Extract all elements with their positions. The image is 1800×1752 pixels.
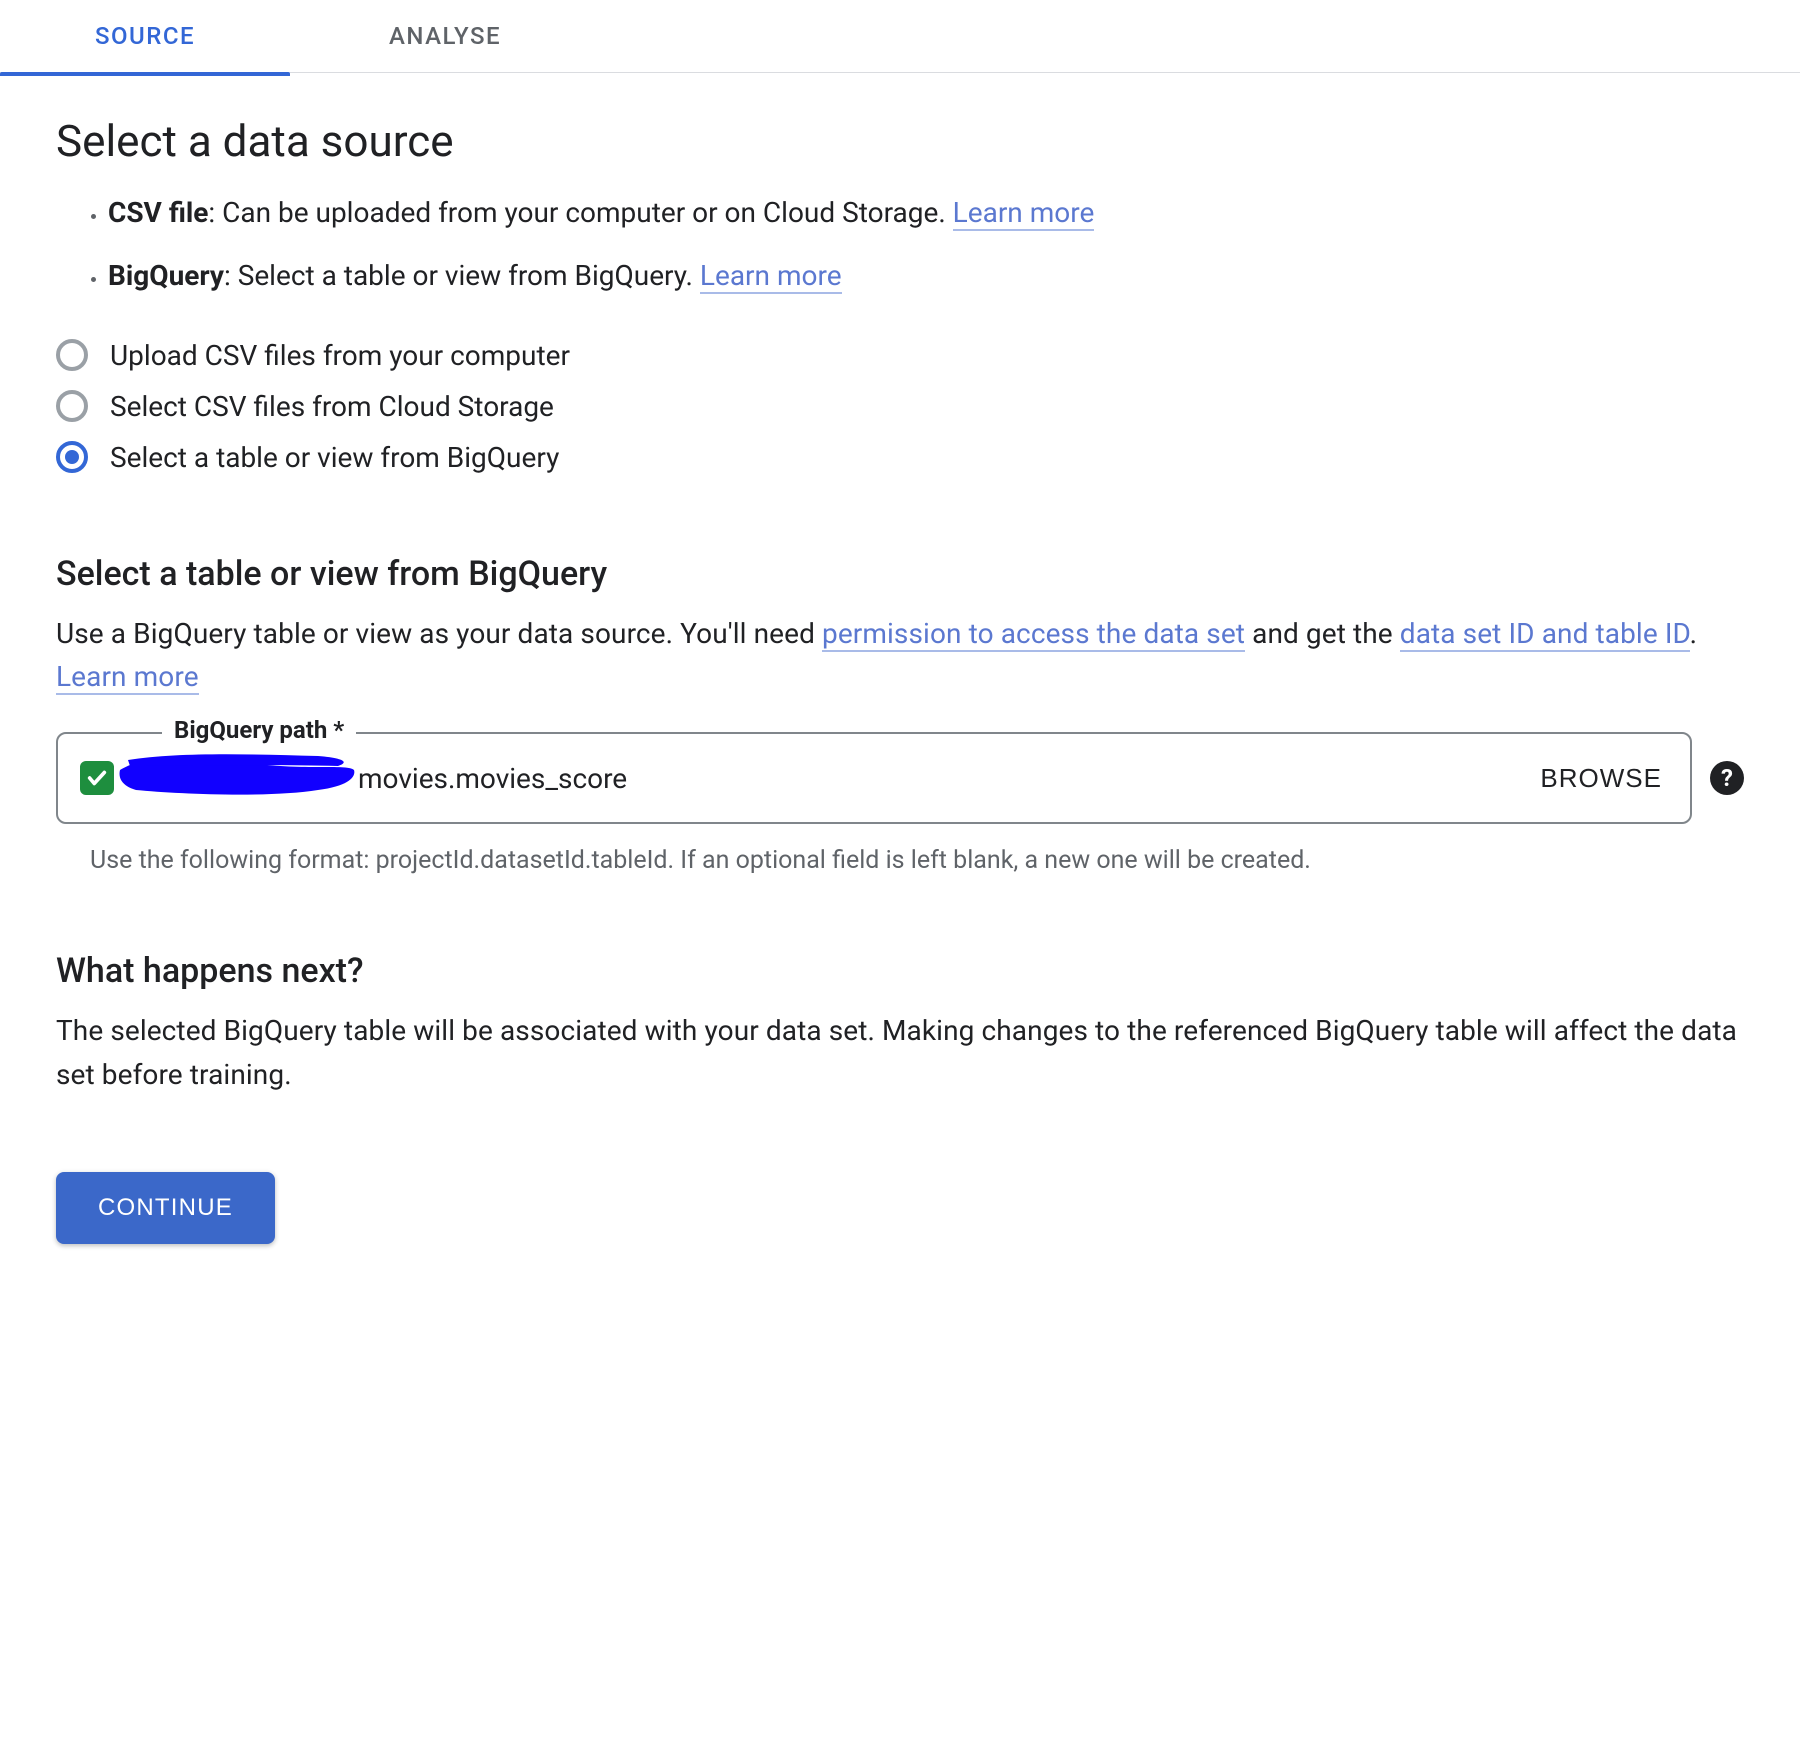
radio-icon-selected: [56, 441, 88, 473]
tab-bar: SOURCE ANALYSE: [0, 0, 1800, 73]
radio-upload-csv[interactable]: Upload CSV files from your computer: [56, 339, 1744, 372]
tab-source[interactable]: SOURCE: [0, 0, 290, 72]
bigquery-path-value[interactable]: movies.movies_score: [358, 762, 1534, 795]
select-data-source-title: Select a data source: [56, 115, 1744, 167]
help-icon[interactable]: ?: [1710, 761, 1744, 795]
browse-button[interactable]: BROWSE: [1534, 755, 1668, 802]
tab-analyse[interactable]: ANALYSE: [290, 0, 590, 72]
radio-bigquery[interactable]: Select a table or view from BigQuery: [56, 441, 1744, 474]
what-happens-next-desc: The selected BigQuery table will be asso…: [56, 1009, 1744, 1096]
radio-label: Select a table or view from BigQuery: [110, 441, 559, 474]
bigquery-path-field-row: BigQuery path * movies.movies_score BROW…: [56, 732, 1744, 824]
bullet-csv-text: : Can be uploaded from your computer or …: [208, 196, 952, 229]
tab-active-indicator: [0, 72, 290, 76]
radio-icon: [56, 390, 88, 422]
field-helper-text: Use the following format: projectId.data…: [90, 842, 1744, 881]
bullet-bigquery: BigQuery: Select a table or view from Bi…: [108, 254, 1744, 299]
field-label: BigQuery path *: [162, 716, 356, 744]
bigquery-path-input[interactable]: BigQuery path * movies.movies_score BROW…: [56, 732, 1692, 824]
radio-label: Select CSV files from Cloud Storage: [110, 390, 554, 423]
data-source-bullets: CSV file: Can be uploaded from your comp…: [56, 191, 1744, 299]
radio-cloud-storage[interactable]: Select CSV files from Cloud Storage: [56, 390, 1744, 423]
source-radio-group: Upload CSV files from your computer Sele…: [56, 339, 1744, 474]
bullet-bq-text: : Select a table or view from BigQuery.: [224, 259, 700, 292]
learn-more-bq-link[interactable]: Learn more: [700, 259, 842, 294]
learn-more-csv-link[interactable]: Learn more: [953, 196, 1095, 231]
bullet-csv: CSV file: Can be uploaded from your comp…: [108, 191, 1744, 236]
dataset-id-link[interactable]: data set ID and table ID: [1400, 617, 1690, 652]
continue-button[interactable]: CONTINUE: [56, 1172, 275, 1244]
bullet-bq-bold: BigQuery: [108, 259, 224, 292]
radio-icon: [56, 339, 88, 371]
radio-label: Upload CSV files from your computer: [110, 339, 570, 372]
valid-check-icon: [80, 761, 114, 795]
what-happens-next-title: What happens next?: [56, 951, 1744, 991]
bigquery-section-title: Select a table or view from BigQuery: [56, 554, 1744, 594]
desc-part-c: .: [1690, 617, 1697, 650]
redacted-project-id: [126, 756, 354, 800]
bigquery-section-desc: Use a BigQuery table or view as your dat…: [56, 612, 1744, 699]
bullet-csv-bold: CSV file: [108, 196, 208, 229]
desc-part-b: and get the: [1245, 617, 1400, 650]
permission-link[interactable]: permission to access the data set: [822, 617, 1245, 652]
desc-part-a: Use a BigQuery table or view as your dat…: [56, 617, 822, 650]
learn-more-section2-link[interactable]: Learn more: [56, 660, 199, 695]
